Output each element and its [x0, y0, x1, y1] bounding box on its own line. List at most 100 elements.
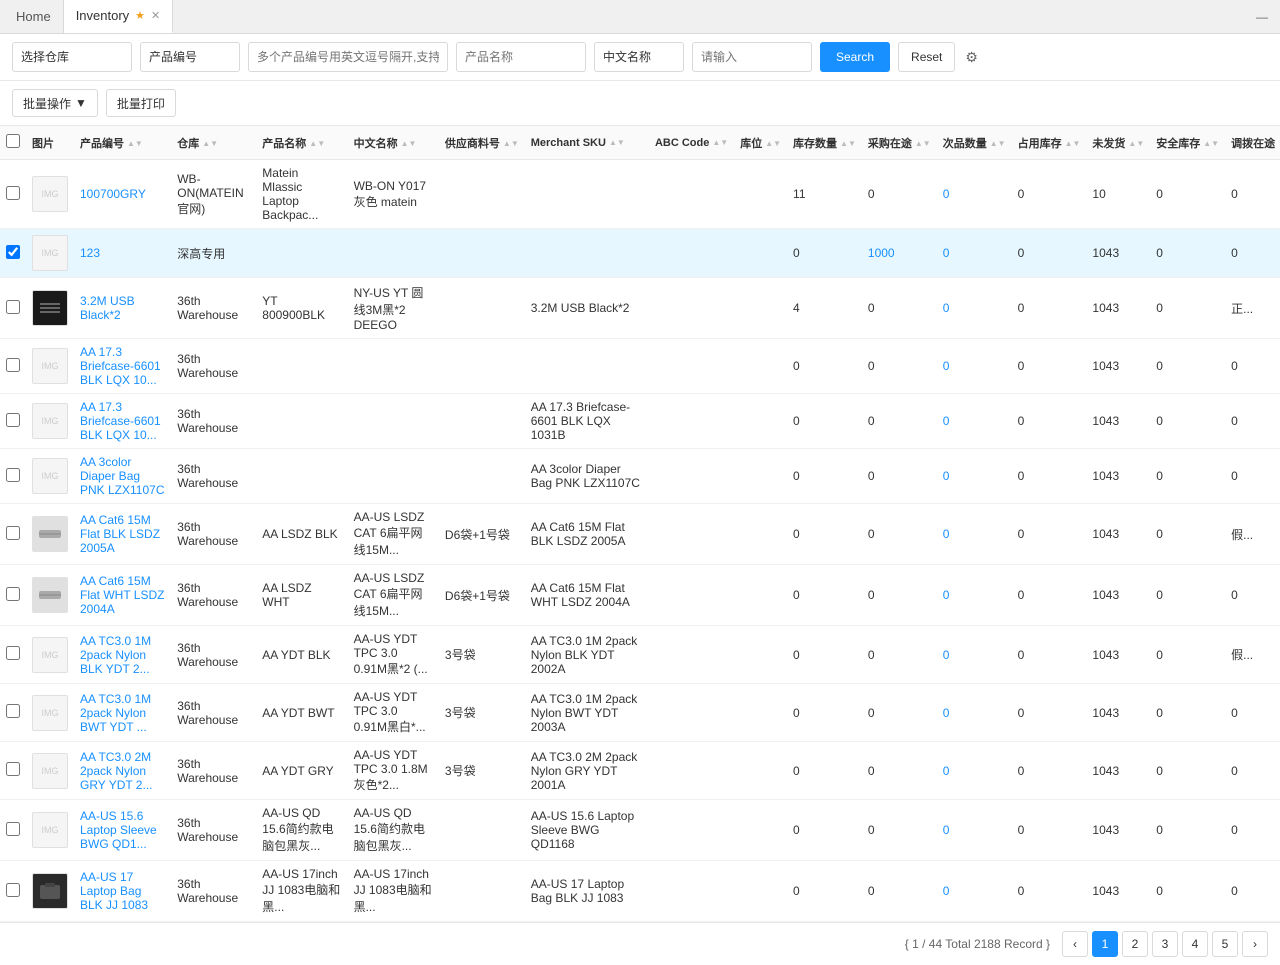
product-code-link[interactable]: 123 — [80, 246, 100, 260]
sort-product-name[interactable]: ▲▼ — [309, 140, 325, 148]
transfer-cell: 正... — [1225, 278, 1280, 339]
th-cn-name[interactable]: 中文名称▲▼ — [348, 126, 439, 160]
pagination-prev[interactable]: ‹ — [1062, 931, 1088, 957]
row-checkbox[interactable] — [6, 358, 20, 372]
th-unshipped[interactable]: 未发货▲▼ — [1086, 126, 1150, 160]
cn-name-input[interactable] — [692, 42, 812, 72]
defective-value[interactable]: 0 — [943, 469, 950, 483]
product-code-link[interactable]: AA TC3.0 2M 2pack Nylon GRY YDT 2... — [80, 750, 152, 792]
product-code-select[interactable]: 产品编号 — [140, 42, 240, 72]
star-icon[interactable]: ★ — [135, 9, 145, 22]
batch-operations-button[interactable]: 批量操作 ▼ — [12, 89, 98, 117]
defective-value[interactable]: 0 — [943, 246, 950, 260]
supplier-code-cell: 3号袋 — [439, 626, 525, 684]
minimize-icon[interactable]: — — [1256, 10, 1268, 24]
sort-location[interactable]: ▲▼ — [765, 140, 781, 148]
product-code-link[interactable]: AA 17.3 Briefcase-6601 BLK LQX 10... — [80, 345, 161, 387]
row-checkbox[interactable] — [6, 704, 20, 718]
defective-value[interactable]: 0 — [943, 527, 950, 541]
reset-button[interactable]: Reset — [898, 42, 955, 72]
sort-cn-name[interactable]: ▲▼ — [401, 140, 417, 148]
th-occupied[interactable]: 占用库存▲▼ — [1012, 126, 1087, 160]
sort-merchant-sku[interactable]: ▲▼ — [609, 139, 625, 147]
product-code-link[interactable]: 100700GRY — [80, 187, 146, 201]
sort-unshipped[interactable]: ▲▼ — [1128, 140, 1144, 148]
search-button[interactable]: Search — [820, 42, 890, 72]
product-code-link[interactable]: AA 3color Diaper Bag PNK LZX1107C — [80, 455, 165, 497]
pagination-page-4[interactable]: 4 — [1182, 931, 1208, 957]
sort-warehouse[interactable]: ▲▼ — [202, 140, 218, 148]
warehouse-select[interactable]: 选择仓库 — [12, 42, 132, 72]
warehouse-cell: 36th Warehouse — [171, 278, 256, 339]
row-checkbox[interactable] — [6, 186, 20, 200]
product-code-link[interactable]: AA Cat6 15M Flat BLK LSDZ 2005A — [80, 513, 160, 555]
th-purchase-transit[interactable]: 采购在途▲▼ — [862, 126, 937, 160]
row-checkbox[interactable] — [6, 468, 20, 482]
th-location[interactable]: 库位▲▼ — [734, 126, 787, 160]
defective-value[interactable]: 0 — [943, 884, 950, 898]
product-code-link[interactable]: AA Cat6 15M Flat WHT LSDZ 2004A — [80, 574, 164, 616]
product-code-link[interactable]: AA TC3.0 1M 2pack Nylon BWT YDT ... — [80, 692, 151, 734]
sort-stock[interactable]: ▲▼ — [840, 140, 856, 148]
pagination-page-1[interactable]: 1 — [1092, 931, 1118, 957]
row-checkbox[interactable] — [6, 883, 20, 897]
product-code-input[interactable] — [248, 42, 448, 72]
pagination-next[interactable]: › — [1242, 931, 1268, 957]
th-product-code[interactable]: 产品编号▲▼ — [74, 126, 171, 160]
purchase-transit-link[interactable]: 1000 — [868, 246, 895, 260]
sort-supplier-code[interactable]: ▲▼ — [503, 140, 519, 148]
row-checkbox[interactable] — [6, 646, 20, 660]
defective-value[interactable]: 0 — [943, 414, 950, 428]
product-code-link[interactable]: AA-US 17 Laptop Bag BLK JJ 1083 — [80, 870, 148, 912]
product-code-link[interactable]: AA 17.3 Briefcase-6601 BLK LQX 10... — [80, 400, 161, 442]
row-checkbox[interactable] — [6, 245, 20, 259]
th-stock[interactable]: 库存数量▲▼ — [787, 126, 862, 160]
close-icon[interactable]: ✕ — [151, 9, 160, 22]
defective-value[interactable]: 0 — [943, 359, 950, 373]
select-all-checkbox[interactable] — [6, 134, 20, 148]
filter-icon[interactable]: ⚙ — [965, 49, 978, 66]
row-checkbox[interactable] — [6, 300, 20, 314]
row-checkbox[interactable] — [6, 526, 20, 540]
th-warehouse[interactable]: 仓库▲▼ — [171, 126, 256, 160]
product-code-link[interactable]: AA-US 15.6 Laptop Sleeve BWG QD1... — [80, 809, 157, 851]
pagination-page-2[interactable]: 2 — [1122, 931, 1148, 957]
row-checkbox[interactable] — [6, 822, 20, 836]
defective-value[interactable]: 0 — [943, 301, 950, 315]
sort-purchase-transit[interactable]: ▲▼ — [915, 140, 931, 148]
cn-name-select[interactable]: 中文名称 — [594, 42, 684, 72]
tab-inventory[interactable]: Inventory ★ ✕ — [64, 0, 174, 33]
sort-defective[interactable]: ▲▼ — [990, 140, 1006, 148]
tab-home[interactable]: Home — [4, 0, 64, 33]
row-checkbox[interactable] — [6, 413, 20, 427]
th-select-all[interactable] — [0, 126, 26, 160]
table-header-row: 图片 产品编号▲▼ 仓库▲▼ 产品名称▲▼ 中文名称▲▼ 供应商料号▲▼ Mer… — [0, 126, 1280, 160]
th-merchant-sku[interactable]: Merchant SKU▲▼ — [525, 126, 649, 160]
row-checkbox[interactable] — [6, 587, 20, 601]
th-safety[interactable]: 安全库存▲▼ — [1150, 126, 1225, 160]
pagination-page-3[interactable]: 3 — [1152, 931, 1178, 957]
sort-abc-code[interactable]: ▲▼ — [712, 139, 728, 147]
sort-occupied[interactable]: ▲▼ — [1065, 140, 1081, 148]
th-abc-code[interactable]: ABC Code▲▼ — [649, 126, 734, 160]
th-transfer[interactable]: 调拨在途▲▼ — [1225, 126, 1280, 160]
row-checkbox[interactable] — [6, 762, 20, 776]
sort-product-code[interactable]: ▲▼ — [127, 140, 143, 148]
sort-safety[interactable]: ▲▼ — [1203, 140, 1219, 148]
defective-value[interactable]: 0 — [943, 764, 950, 778]
batch-print-button[interactable]: 批量打印 — [106, 89, 176, 117]
defective-value[interactable]: 0 — [943, 823, 950, 837]
product-code-link[interactable]: AA TC3.0 1M 2pack Nylon BLK YDT 2... — [80, 634, 151, 676]
th-product-name[interactable]: 产品名称▲▼ — [256, 126, 347, 160]
defective-value[interactable]: 0 — [943, 187, 950, 201]
product-code-link[interactable]: 3.2M USB Black*2 — [80, 294, 135, 322]
safety-cell: 0 — [1150, 626, 1225, 684]
defective-value[interactable]: 0 — [943, 648, 950, 662]
pagination-page-5[interactable]: 5 — [1212, 931, 1238, 957]
product-name-input[interactable] — [456, 42, 586, 72]
supplier-code-cell — [439, 229, 525, 278]
th-supplier-code[interactable]: 供应商料号▲▼ — [439, 126, 525, 160]
defective-value[interactable]: 0 — [943, 706, 950, 720]
defective-value[interactable]: 0 — [943, 588, 950, 602]
th-defective[interactable]: 次品数量▲▼ — [937, 126, 1012, 160]
